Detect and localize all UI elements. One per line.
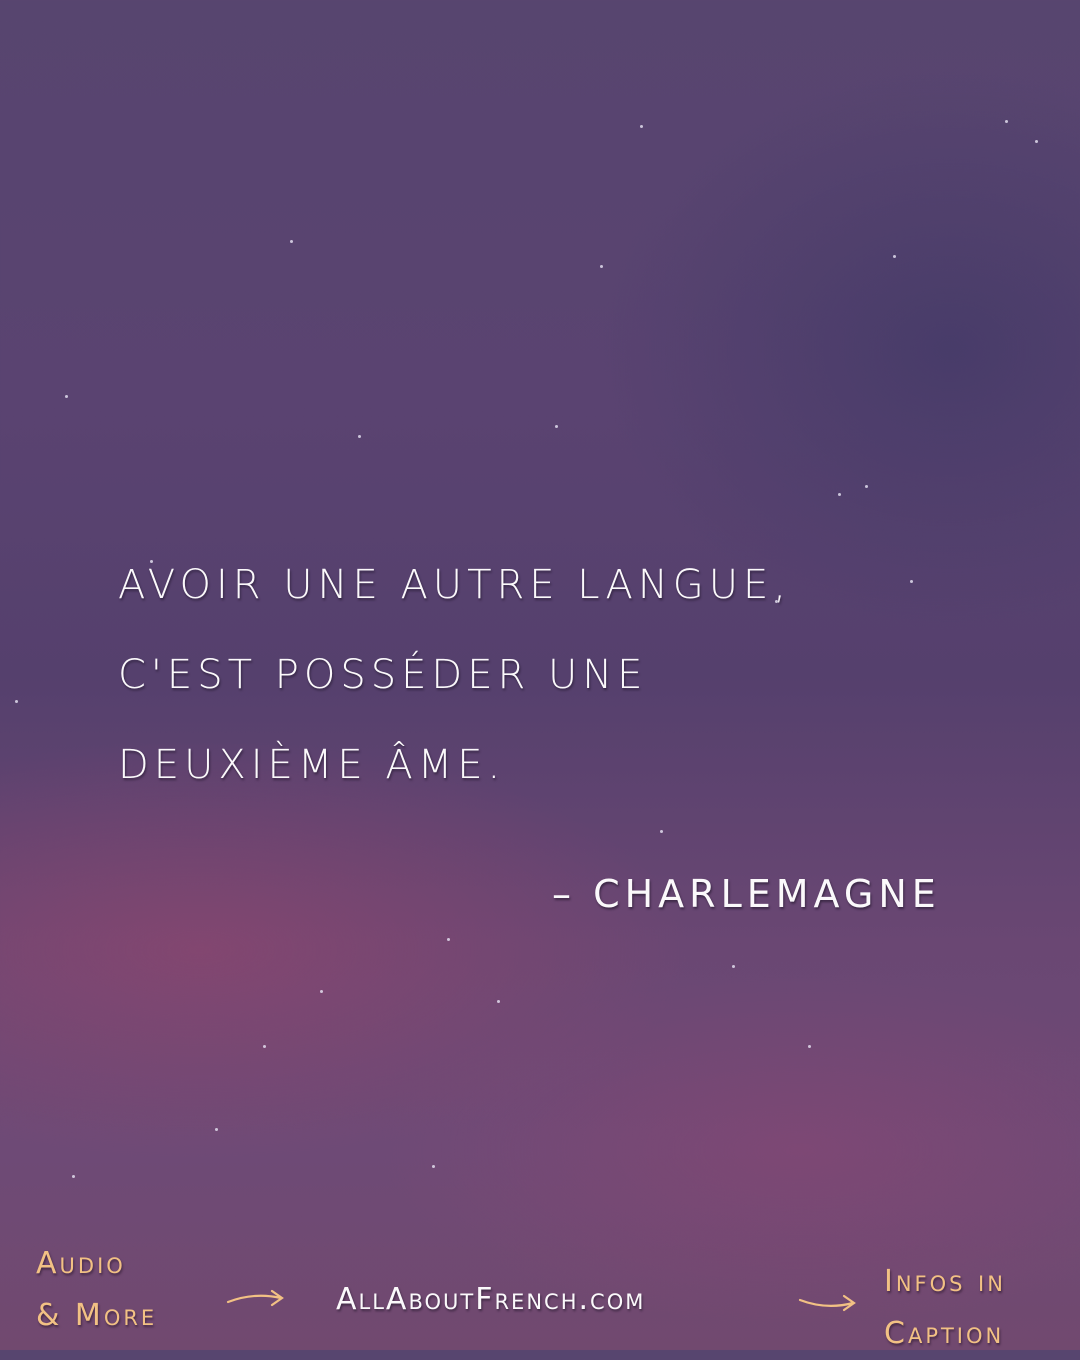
- star: [600, 265, 603, 268]
- footer-left-line: Audio: [36, 1246, 126, 1281]
- footer-infos-caption: Infos in Caption: [884, 1256, 1006, 1360]
- star: [15, 700, 18, 703]
- star: [910, 580, 913, 583]
- website-link[interactable]: AllAboutFrench.com: [336, 1282, 645, 1317]
- star: [1005, 120, 1008, 123]
- star: [72, 1175, 75, 1178]
- star: [555, 425, 558, 428]
- star: [893, 255, 896, 258]
- star: [1035, 140, 1038, 143]
- quote-author: – CHARLEMAGNE: [552, 872, 941, 916]
- star: [290, 240, 293, 243]
- star: [65, 395, 68, 398]
- star: [660, 830, 663, 833]
- star: [497, 1000, 500, 1003]
- footer-audio-more: Audio & More: [36, 1238, 157, 1342]
- star: [640, 125, 643, 128]
- footer-left-line: & More: [36, 1298, 158, 1333]
- arrow-right-icon: [798, 1294, 856, 1312]
- star: [838, 493, 841, 496]
- star: [358, 435, 361, 438]
- quote-line: C'EST POSSÉDER UNE: [118, 652, 648, 698]
- footer-right-line: Infos in: [884, 1264, 1006, 1299]
- star: [808, 1045, 811, 1048]
- star: [432, 1165, 435, 1168]
- quote-text: AVOIR UNE AUTRE LANGUE, C'EST POSSÉDER U…: [118, 540, 791, 810]
- quote-line: DEUXIÈME ÂME.: [118, 742, 506, 788]
- star: [732, 965, 735, 968]
- quote-line: AVOIR UNE AUTRE LANGUE,: [118, 562, 792, 608]
- star: [447, 938, 450, 941]
- footer-right-line: Caption: [884, 1316, 1005, 1351]
- star: [263, 1045, 266, 1048]
- star: [865, 485, 868, 488]
- star: [215, 1128, 218, 1131]
- star: [320, 990, 323, 993]
- arrow-right-icon: [226, 1289, 284, 1307]
